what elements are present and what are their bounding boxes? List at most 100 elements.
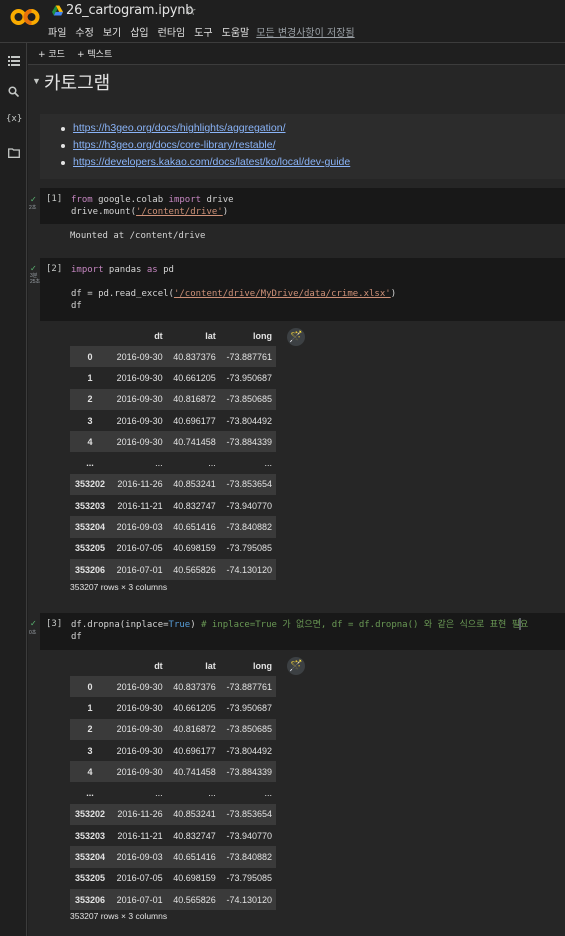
code-token: drive.mount( — [71, 207, 137, 217]
menu-help[interactable]: 도움말 — [222, 24, 250, 39]
table-row: 3 2016-09-30 40.696177 -73.804492 — [70, 739, 276, 762]
table-cell: 40.696177 — [173, 745, 216, 756]
column-header: dt — [154, 331, 163, 341]
table-cell: -74.130120 — [226, 894, 272, 905]
table-row: 353204 2016-09-03 40.651416 -73.840882 — [70, 846, 276, 868]
table-cell: 40.816872 — [173, 394, 216, 405]
table-row: 1 2016-09-30 40.661205 -73.950687 — [70, 697, 276, 719]
cell-number: [2] — [46, 264, 63, 274]
saved-status[interactable]: 모든 변경사항이 저장됨 — [256, 24, 354, 39]
table-row: ............ — [70, 782, 276, 804]
table-cell: -73.804492 — [226, 415, 272, 426]
sidebar — [0, 43, 27, 936]
link-kakao-dev-guide[interactable]: https://developers.kakao.com/docs/latest… — [73, 156, 350, 168]
table-cell: 2016-07-05 — [116, 543, 163, 554]
row-index: 353205 — [74, 873, 105, 884]
table-cell: ... — [208, 458, 216, 469]
code-token: pandas — [103, 265, 147, 275]
table-cell: 40.698159 — [173, 873, 216, 884]
table-cell: 2016-09-03 — [116, 522, 163, 533]
table-cell: -73.840882 — [226, 522, 272, 533]
table-cell: 40.696177 — [173, 415, 216, 426]
table-cell: 2016-07-01 — [116, 564, 163, 575]
table-cell: 2016-09-03 — [116, 852, 163, 863]
scrollbar[interactable] — [519, 618, 521, 630]
menu-file[interactable]: 파일 — [48, 24, 66, 39]
drive-icon[interactable] — [52, 5, 63, 16]
column-header: long — [253, 331, 272, 341]
list-item: https://developers.kakao.com/docs/latest… — [58, 156, 350, 173]
table-row: 353203 2016-11-21 40.832747 -73.940770 — [70, 825, 276, 847]
menu-insert[interactable]: 삽입 — [130, 24, 148, 39]
toc-icon[interactable] — [8, 56, 20, 66]
table-cell: -73.950687 — [226, 372, 272, 383]
table-cell: 2016-09-30 — [116, 394, 163, 405]
table-cell: 40.741458 — [173, 436, 216, 447]
code-cell[interactable]: df.dropna(inplace=True) # inplace=True 가… — [40, 613, 565, 650]
code-token: '/content/drive' — [136, 207, 223, 217]
table-cell: 2016-09-30 — [116, 745, 163, 756]
check-icon: ✓ — [30, 619, 37, 628]
add-code-button[interactable]: + 코드 — [38, 47, 65, 60]
code-token: df = pd.read_excel( — [71, 289, 174, 299]
link-h3-aggregation[interactable]: https://h3geo.org/docs/highlights/aggreg… — [73, 122, 285, 134]
collapse-section-icon[interactable]: ▼ — [32, 76, 41, 86]
code-token: df.dropna(inplace= — [71, 620, 169, 630]
table-cell: -73.804492 — [226, 745, 272, 756]
code-token: df — [71, 632, 82, 642]
menu-runtime[interactable]: 런타임 — [158, 24, 186, 39]
table-cell: 40.565826 — [173, 564, 216, 575]
table-cell: 40.651416 — [173, 522, 216, 533]
table-row: 353204 2016-09-03 40.651416 -73.840882 — [70, 516, 276, 538]
code-token: from — [71, 195, 93, 205]
row-index: 4 — [87, 766, 93, 777]
colab-logo[interactable] — [10, 7, 40, 27]
table-cell: 40.698159 — [173, 543, 216, 554]
code-cell[interactable]: import pandas as pd df = pd.read_excel('… — [40, 258, 565, 321]
row-index: 1 — [87, 702, 93, 713]
section-heading: 카토그램 — [44, 73, 111, 94]
table-cell: -73.940770 — [226, 830, 272, 841]
code-token: import — [71, 265, 104, 275]
notebook-title[interactable]: 26_cartogram.ipynb — [66, 3, 194, 18]
table-cell: 40.832747 — [173, 500, 216, 511]
table-cell: 2016-07-05 — [116, 873, 163, 884]
table-cell: -73.940770 — [226, 500, 272, 511]
row-index: 4 — [87, 436, 93, 447]
row-index: 353202 — [74, 479, 105, 490]
table-cell: 40.661205 — [173, 702, 216, 713]
star-icon[interactable]: ☆ — [185, 3, 197, 19]
exec-time: 2초 — [29, 205, 37, 211]
magic-wand-icon[interactable]: 🪄 — [287, 328, 305, 346]
dataframe-table: dt lat long 0 2016-09-30 40.837376 -73.887761 1… — [70, 326, 276, 581]
menu-tools[interactable]: 도구 — [194, 24, 212, 39]
cell-output: Mounted at /content/drive — [70, 231, 206, 241]
row-index: 353205 — [74, 543, 105, 554]
magic-wand-icon[interactable]: 🪄 — [287, 657, 305, 675]
table-row: 2 2016-09-30 40.816872 -73.850685 — [70, 718, 276, 740]
menu-view[interactable]: 보기 — [103, 24, 121, 39]
row-index: 353203 — [74, 830, 105, 841]
table-cell: ... — [264, 788, 272, 799]
table-row: 3 2016-09-30 40.696177 -73.804492 — [70, 409, 276, 432]
table-row: 353206 2016-07-01 40.565826 -74.130120 — [70, 558, 276, 581]
table-cell: 40.853241 — [173, 479, 216, 490]
add-text-button[interactable]: + 텍스트 — [77, 47, 112, 60]
check-icon: ✓ — [30, 195, 37, 204]
menu-edit[interactable]: 수정 — [75, 24, 93, 39]
column-header: lat — [205, 331, 216, 341]
folder-icon[interactable] — [8, 148, 20, 158]
search-icon[interactable] — [8, 86, 19, 97]
table-row: 353203 2016-11-21 40.832747 -73.940770 — [70, 495, 276, 517]
cell-number: [1] — [46, 194, 63, 204]
table-row: 353205 2016-07-05 40.698159 -73.795085 — [70, 537, 276, 559]
link-h3-restable[interactable]: https://h3geo.org/docs/core-library/rest… — [73, 139, 276, 151]
table-header-row: dt lat long — [70, 326, 276, 346]
variables-icon[interactable]: {x} — [6, 114, 22, 124]
column-header — [70, 326, 110, 346]
column-header: dt — [154, 661, 163, 671]
table-cell: 2016-09-30 — [116, 724, 163, 735]
table-header-row: dt lat long — [70, 656, 276, 676]
code-cell[interactable]: from google.colab import drive drive.mou… — [40, 188, 565, 224]
row-index: 2 — [87, 394, 93, 405]
